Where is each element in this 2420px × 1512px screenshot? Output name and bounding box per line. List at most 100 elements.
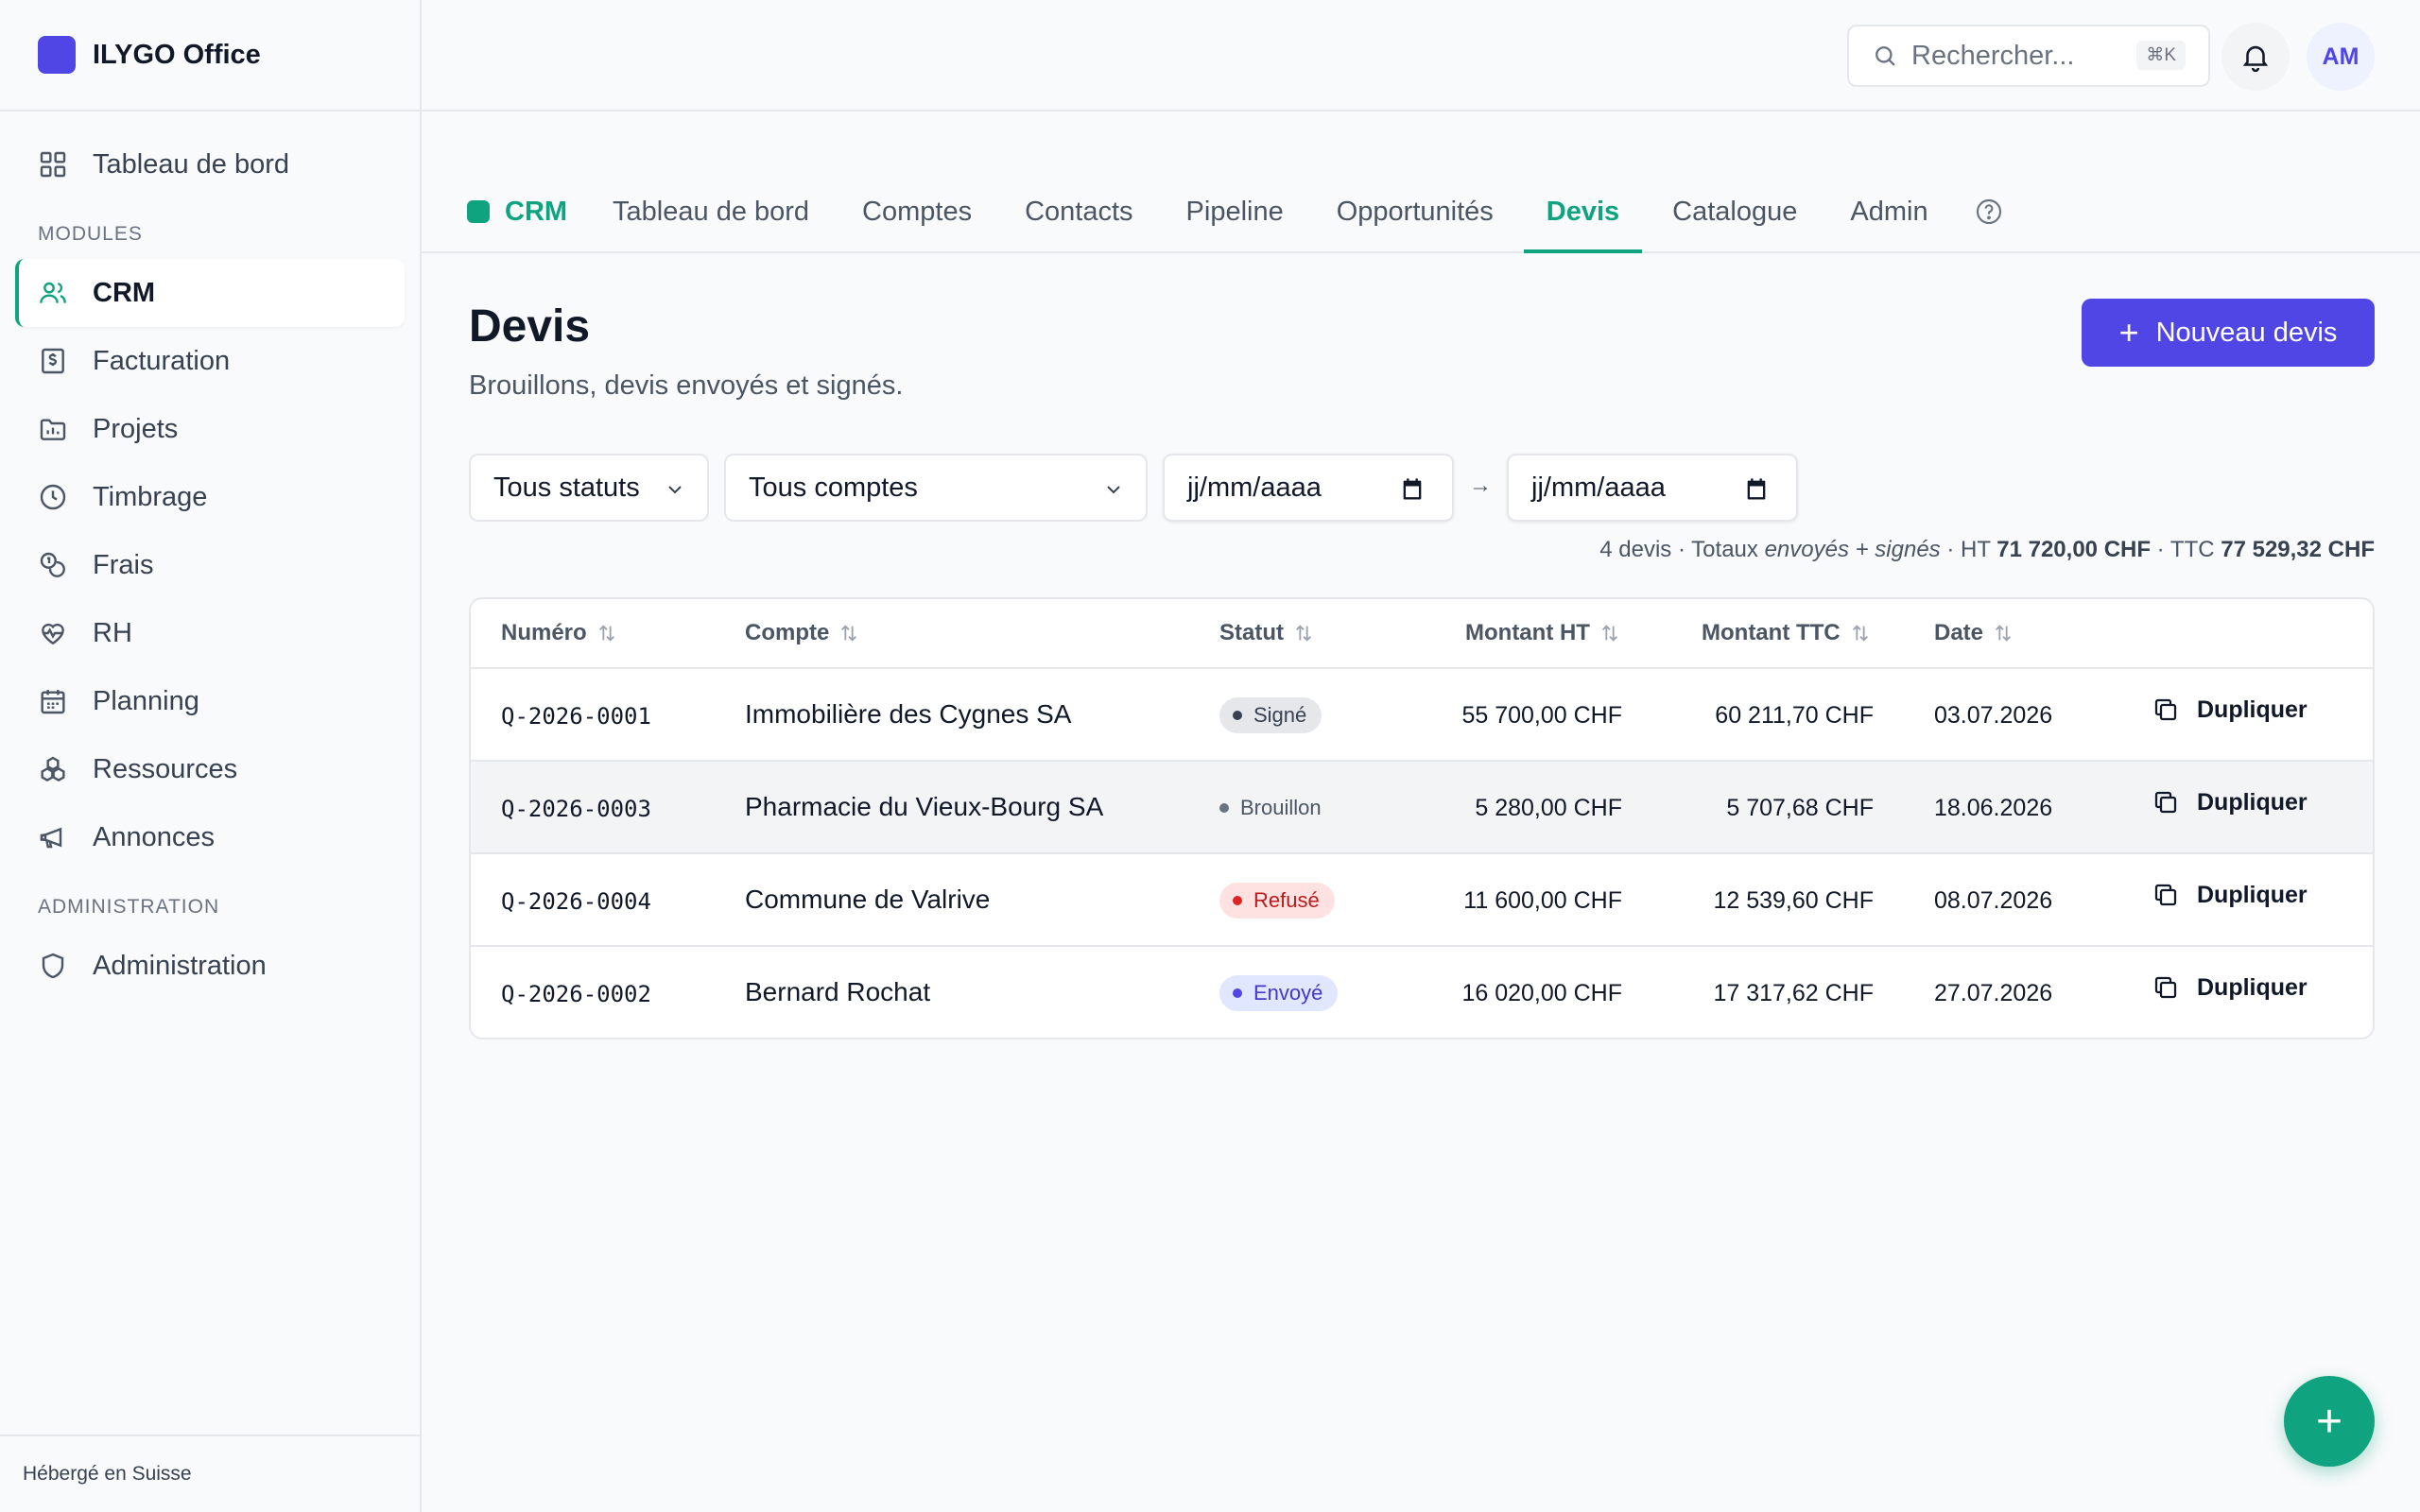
tab-admin[interactable]: Admin <box>1827 172 1950 251</box>
tab-comptes[interactable]: Comptes <box>839 172 994 251</box>
table-body: Q-2026-0001 Immobilière des Cygnes SA Sign… <box>471 669 2373 1038</box>
account-filter-value: Tous comptes <box>749 472 918 503</box>
module-tabs: CRM Tableau de bord Comptes Contacts Pip… <box>422 172 2420 253</box>
search-icon <box>1876 46 1895 66</box>
search-input[interactable] <box>1911 40 2100 72</box>
sidebar-item-administration[interactable]: Administration <box>15 932 405 1000</box>
sidebar-item-projets[interactable]: Projets <box>15 395 405 463</box>
status-dot <box>1233 711 1242 720</box>
bell-icon <box>2242 45 2269 73</box>
new-quote-button[interactable]: + Nouveau devis <box>2082 299 2375 367</box>
sidebar-item-frais[interactable]: Frais <box>15 531 405 599</box>
quote-account[interactable]: Bernard Rochat <box>745 977 930 1007</box>
summary-ht-label: · HT <box>1940 537 1997 562</box>
chevron-down-icon <box>1107 486 1120 494</box>
grid-icon <box>40 151 66 178</box>
sort-icon <box>1601 625 1617 642</box>
column-header-montant-ttc[interactable]: Montant TTC <box>1702 620 1871 646</box>
quote-account[interactable]: Pharmacie du Vieux-Bourg SA <box>745 792 1103 822</box>
duplicate-button[interactable]: Dupliquer <box>2152 788 2308 816</box>
date-from-input[interactable]: jj/mm/aaaa <box>1163 454 1454 522</box>
quote-number[interactable]: Q-2026-0003 <box>501 796 651 822</box>
quote-number[interactable]: Q-2026-0002 <box>501 981 651 1007</box>
sidebar-item-label: Projets <box>93 413 179 444</box>
date-from-value: jj/mm/aaaa <box>1187 472 1322 503</box>
table-row[interactable]: Q-2026-0003 Pharmacie du Vieux-Bourg SA Br… <box>471 762 2373 854</box>
boxes-icon <box>41 756 65 782</box>
module-badge[interactable]: CRM <box>467 172 567 251</box>
duplicate-button[interactable]: Dupliquer <box>2152 881 2308 909</box>
amount-ht: 16 020,00 CHF <box>1461 980 1622 1006</box>
amount-ttc: 60 211,70 CHF <box>1715 702 1874 729</box>
module-dot <box>467 200 490 223</box>
quotes-table: Numéro Compte Statut Montant HT Montant … <box>469 597 2375 1040</box>
status-filter[interactable]: Tous statuts <box>469 454 709 522</box>
quote-number[interactable]: Q-2026-0001 <box>501 703 651 730</box>
column-header-compte[interactable]: Compte <box>745 620 859 646</box>
column-header-montant-ht[interactable]: Montant HT <box>1465 620 1620 646</box>
table-row[interactable]: Q-2026-0004 Commune de Valrive Refusé 11 60… <box>471 854 2373 947</box>
tab-opportunites[interactable]: Opportunités <box>1314 172 1516 251</box>
sidebar-item-dashboard[interactable]: Tableau de bord <box>15 130 405 198</box>
quote-account[interactable]: Commune de Valrive <box>745 885 990 915</box>
amount-ttc: 5 707,68 CHF <box>1726 795 1874 821</box>
sidebar-item-ressources[interactable]: Ressources <box>15 735 405 803</box>
calendar-icon <box>41 690 65 714</box>
sidebar-item-planning[interactable]: Planning <box>15 667 405 735</box>
column-header-statut[interactable]: Statut <box>1219 620 1314 646</box>
brand[interactable]: ILYGO Office <box>0 0 420 112</box>
help-circle-icon <box>1976 198 2001 225</box>
tab-pipeline[interactable]: Pipeline <box>1164 172 1306 251</box>
quote-account[interactable]: Immobilière des Cygnes SA <box>745 699 1071 730</box>
invoice-icon <box>42 348 64 374</box>
duplicate-button[interactable]: Dupliquer <box>2152 973 2308 1002</box>
quote-number[interactable]: Q-2026-0004 <box>501 888 651 915</box>
sidebar-item-label: Timbrage <box>93 481 208 512</box>
column-header-numero[interactable]: Numéro <box>501 620 617 646</box>
sidebar-item-rh[interactable]: RH <box>15 599 405 667</box>
tab-contacts[interactable]: Contacts <box>1002 172 1155 251</box>
column-header-date[interactable]: Date <box>1934 620 2014 646</box>
folder-icon <box>40 419 66 440</box>
sidebar-item-crm[interactable]: CRM <box>15 259 405 327</box>
search-box[interactable]: ⌘K <box>1847 25 2210 87</box>
account-filter[interactable]: Tous comptes <box>724 454 1148 522</box>
clock-icon <box>40 484 66 510</box>
amount-ht: 5 280,00 CHF <box>1475 795 1622 821</box>
table-row[interactable]: Q-2026-0002 Bernard Rochat Envoyé 16 020,00… <box>471 947 2373 1038</box>
notifications-button[interactable] <box>2221 23 2290 91</box>
fab-add-button[interactable]: + <box>2284 1376 2375 1467</box>
sidebar-item-label: Annonces <box>93 821 215 852</box>
status-label: Brouillon <box>1240 796 1322 819</box>
duplicate-button[interactable]: Dupliquer <box>2152 696 2308 724</box>
summary-scope: envoyés + signés <box>1764 537 1941 562</box>
status-label: Envoyé <box>1253 981 1323 1005</box>
date-to-input[interactable]: jj/mm/aaaa <box>1507 454 1798 522</box>
quote-date: 03.07.2026 <box>1934 702 2053 729</box>
status-badge: Envoyé <box>1219 975 1339 1011</box>
sidebar-item-facturation[interactable]: Facturation <box>15 327 405 395</box>
tab-tableau-de-bord[interactable]: Tableau de bord <box>613 172 832 251</box>
sidebar: ILYGO Office Tableau de bord MODULES CRM… <box>0 0 422 1512</box>
topbar: ⌘K AM <box>422 0 2420 112</box>
tab-devis[interactable]: Devis <box>1523 172 1643 253</box>
summary-ttc-label: · TTC <box>2151 537 2221 562</box>
copy-icon <box>2154 976 2177 999</box>
quote-date: 27.07.2026 <box>1934 980 2053 1006</box>
sidebar-item-annonces[interactable]: Annonces <box>15 803 405 871</box>
table-row[interactable]: Q-2026-0001 Immobilière des Cygnes SA Sign… <box>471 669 2373 762</box>
sidebar-item-timbrage[interactable]: Timbrage <box>15 463 405 531</box>
sidebar-footer: Hébergé en Suisse <box>0 1435 420 1512</box>
table-header: Numéro Compte Statut Montant HT Montant … <box>471 599 2373 669</box>
status-dot <box>1219 803 1229 813</box>
avatar[interactable]: AM <box>2307 23 2375 91</box>
sidebar-item-label: Tableau de bord <box>93 148 289 180</box>
date-to-value: jj/mm/aaaa <box>1531 472 1666 503</box>
copy-icon <box>2154 698 2177 721</box>
help-button[interactable] <box>1974 172 2004 251</box>
status-label: Refusé <box>1253 888 1320 912</box>
status-label: Signé <box>1253 703 1307 727</box>
sort-icon <box>598 625 614 642</box>
heart-pulse-icon <box>42 623 64 645</box>
tab-catalogue[interactable]: Catalogue <box>1650 172 1820 251</box>
